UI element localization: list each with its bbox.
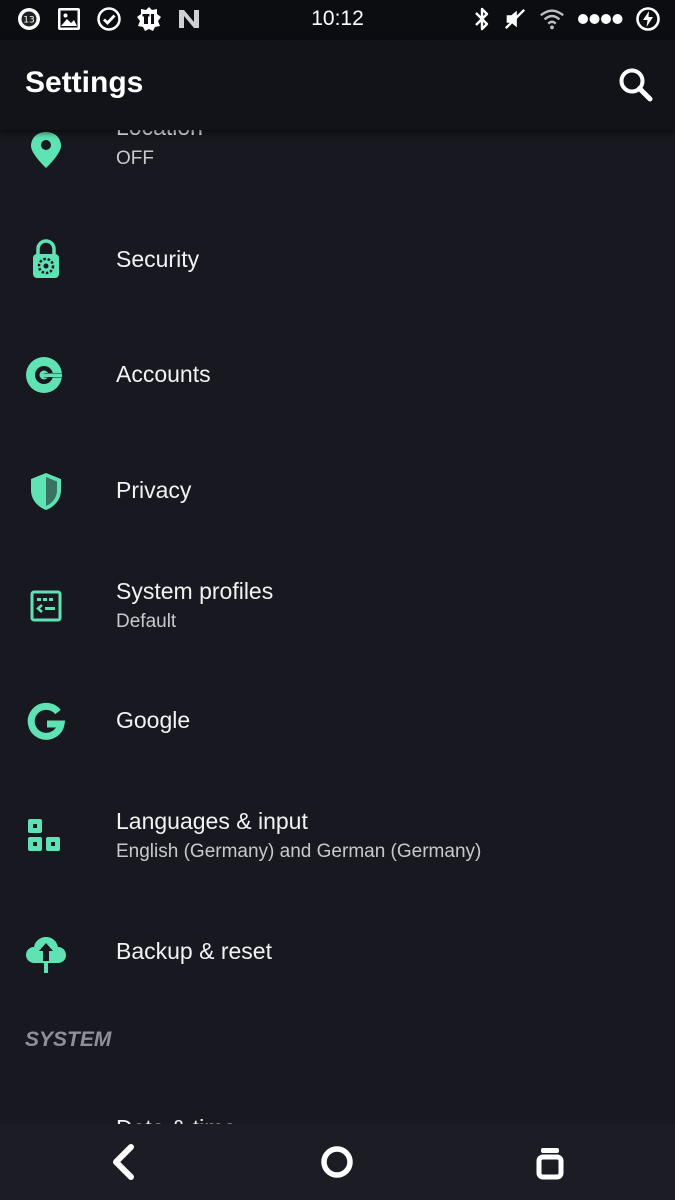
settings-list[interactable]: Location OFF Security Accounts	[0, 130, 675, 1124]
settings-item-label: Security	[116, 246, 200, 272]
languages-icon	[24, 815, 68, 859]
bluetooth-icon	[475, 7, 489, 31]
back-icon	[113, 1144, 134, 1180]
section-header-system: SYSTEM	[25, 1028, 112, 1051]
settings-item-system-profiles[interactable]: System profiles Default	[0, 550, 675, 665]
profile-icon	[24, 584, 68, 628]
status-bar: 13 10:12	[0, 0, 675, 40]
settings-item-label: Languages & input	[116, 808, 308, 834]
settings-item-languages[interactable]: Languages & input English (Germany) and …	[0, 780, 675, 895]
settings-item-label: Google	[116, 707, 191, 733]
settings-item-google[interactable]: Google	[0, 665, 675, 780]
battery-charging-icon	[636, 7, 660, 31]
page-title: Settings	[25, 66, 144, 99]
settings-item-label: Privacy	[116, 477, 192, 503]
settings-item-label: Location	[116, 130, 203, 141]
shield-icon	[24, 469, 68, 513]
settings-item-date-time[interactable]: Date & time	[0, 1110, 675, 1124]
settings-item-backup[interactable]: Backup & reset	[0, 895, 675, 1010]
settings-item-summary: Default	[116, 611, 177, 632]
recents-icon	[536, 1148, 564, 1180]
lock-icon	[24, 237, 68, 281]
navigation-bar	[0, 1124, 675, 1200]
toolbar: Settings	[0, 40, 675, 130]
settings-item-label: Date & time	[116, 1115, 236, 1124]
settings-item-label: Backup & reset	[116, 938, 272, 964]
account-key-icon	[24, 353, 68, 397]
cloud-upload-icon	[24, 931, 68, 975]
settings-item-location[interactable]: Location OFF	[0, 130, 675, 190]
settings-item-security[interactable]: Security	[0, 204, 675, 314]
signal-dots-icon	[578, 14, 623, 24]
settings-item-label: System profiles	[116, 578, 274, 604]
system-status-icons	[473, 6, 661, 32]
location-pin-icon	[24, 130, 68, 172]
settings-item-summary: English (Germany) and German (Germany)	[116, 841, 482, 862]
settings-item-summary: OFF	[116, 148, 154, 169]
vibrate-off-icon	[504, 8, 526, 30]
wifi-icon	[540, 9, 564, 30]
search-icon	[619, 68, 653, 102]
settings-item-privacy[interactable]: Privacy	[0, 435, 675, 545]
settings-item-accounts[interactable]: Accounts	[0, 319, 675, 429]
google-icon	[24, 700, 68, 744]
settings-item-label: Accounts	[116, 361, 211, 387]
recents-button[interactable]	[530, 1142, 570, 1182]
search-button[interactable]	[617, 66, 655, 104]
back-button[interactable]	[104, 1142, 144, 1182]
home-icon	[321, 1146, 353, 1178]
home-button[interactable]	[317, 1142, 357, 1182]
